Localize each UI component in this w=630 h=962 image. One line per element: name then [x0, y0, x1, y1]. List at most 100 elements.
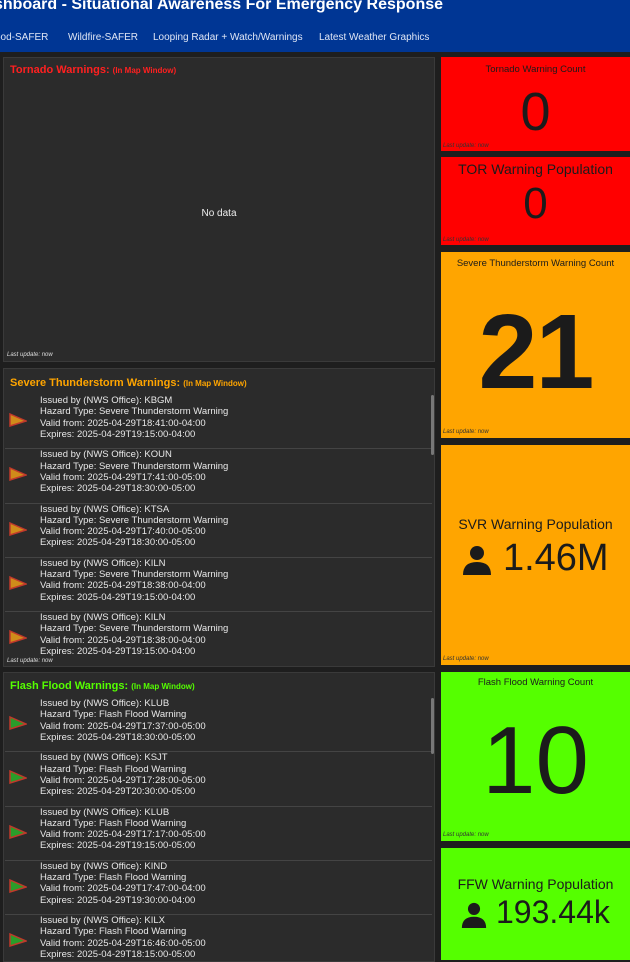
svr-population-value: 1.46M: [502, 537, 609, 579]
item-hazard: Hazard Type: Severe Thunderstorm Warning: [40, 569, 229, 581]
tile-title: TOR Warning Population: [458, 161, 613, 177]
scrollbar[interactable]: [431, 698, 434, 754]
ffw-warning-list[interactable]: Issued by (NWS Office): KLUB Hazard Type…: [5, 698, 432, 961]
item-hazard: Hazard Type: Severe Thunderstorm Warning: [40, 460, 229, 472]
list-item-text: Issued by (NWS Office): KSJT Hazard Type…: [40, 752, 206, 797]
item-office: Issued by (NWS Office): KLUB: [40, 806, 170, 818]
item-valid: Valid from: 2025-04-29T17:37:00-05:00: [40, 720, 206, 732]
item-valid: Valid from: 2025-04-29T17:17:00-05:00: [40, 829, 206, 841]
tornado-warnings-panel: Tornado Warnings: (In Map Window) No dat…: [3, 57, 435, 362]
tile-title: Flash Flood Warning Count: [477, 677, 594, 688]
nav-link-weather-graphics[interactable]: Latest Weather Graphics: [319, 32, 429, 43]
item-office: Issued by (NWS Office): KILN: [40, 612, 166, 624]
item-hazard: Hazard Type: Severe Thunderstorm Warning: [40, 406, 229, 418]
list-item[interactable]: Issued by (NWS Office): KILX Hazard Type…: [5, 915, 432, 961]
list-item-text: Issued by (NWS Office): KILN Hazard Type…: [40, 612, 228, 657]
tornado-panel-title: Tornado Warnings: (In Map Window): [10, 64, 176, 76]
list-item-text: Issued by (NWS Office): KILX Hazard Type…: [40, 915, 206, 960]
warning-polygon-icon: [9, 824, 27, 839]
warning-polygon-icon: [9, 878, 27, 893]
item-expires: Expires: 2025-04-29T19:30:00-04:00: [40, 894, 196, 906]
svr-panel-title: Severe Thunderstorm Warnings: (In Map Wi…: [10, 377, 247, 389]
tile-title: FFW Warning Population: [457, 876, 614, 892]
last-update: Last update: now: [443, 656, 489, 662]
list-item[interactable]: Issued by (NWS Office): KSJT Hazard Type…: [5, 752, 432, 807]
last-update: Last update: now: [443, 143, 489, 149]
item-valid: Valid from: 2025-04-29T18:38:00-04:00: [40, 634, 206, 646]
list-item-text: Issued by (NWS Office): KTSA Hazard Type…: [40, 504, 228, 549]
list-item-text: Issued by (NWS Office): KOUN Hazard Type…: [40, 449, 228, 494]
item-hazard: Hazard Type: Flash Flood Warning: [40, 926, 187, 938]
last-update: Last update: now: [443, 832, 489, 838]
tile-title: SVR Warning Population: [458, 516, 613, 532]
list-item-text: Issued by (NWS Office): KBGM Hazard Type…: [40, 395, 228, 440]
warning-polygon-icon: [9, 770, 27, 785]
list-item[interactable]: Issued by (NWS Office): KOUN Hazard Type…: [5, 449, 432, 504]
ffw-count-value: 10: [482, 707, 589, 814]
item-expires: Expires: 2025-04-29T18:30:00-05:00: [40, 483, 196, 495]
list-item[interactable]: Issued by (NWS Office): KBGM Hazard Type…: [5, 395, 432, 450]
list-item[interactable]: Issued by (NWS Office): KTSA Hazard Type…: [5, 504, 432, 558]
item-valid: Valid from: 2025-04-29T16:46:00-05:00: [40, 937, 206, 949]
item-hazard: Hazard Type: Severe Thunderstorm Warning: [40, 514, 229, 526]
last-update: Last update: now: [7, 658, 53, 664]
tornado-panel-subtitle: (In Map Window): [112, 66, 177, 75]
ffw-population-value: 193.44k: [496, 894, 610, 930]
ffw-panel-subtitle: (In Map Window): [131, 682, 195, 691]
svr-panel-subtitle: (In Map Window): [183, 379, 247, 388]
item-expires: Expires: 2025-04-29T18:15:00-05:00: [40, 949, 196, 961]
warning-polygon-icon: [9, 413, 27, 427]
item-office: Issued by (NWS Office): KBGM: [40, 395, 173, 406]
item-valid: Valid from: 2025-04-29T17:47:00-04:00: [40, 883, 206, 895]
nav-link-flood-safer[interactable]: ood-SAFER: [0, 32, 48, 43]
list-item-text: Issued by (NWS Office): KIND Hazard Type…: [40, 861, 206, 906]
warning-polygon-icon: [9, 933, 27, 948]
item-office: Issued by (NWS Office): KOUN: [40, 449, 172, 461]
list-item[interactable]: Issued by (NWS Office): KILN Hazard Type…: [5, 612, 432, 658]
scrollbar[interactable]: [431, 395, 434, 455]
no-data-message: No data: [201, 208, 237, 219]
list-item[interactable]: Issued by (NWS Office): KLUB Hazard Type…: [5, 807, 432, 861]
item-hazard: Hazard Type: Flash Flood Warning: [40, 763, 187, 775]
person-icon: [463, 545, 492, 575]
item-office: Issued by (NWS Office): KILN: [40, 557, 166, 569]
item-expires: Expires: 2025-04-29T18:30:00-05:00: [40, 731, 196, 743]
warning-polygon-icon: [9, 575, 27, 590]
ffw-population-row: 193.44k: [441, 894, 630, 931]
list-item[interactable]: Issued by (NWS Office): KLUB Hazard Type…: [5, 698, 432, 753]
svr-warnings-panel: Severe Thunderstorm Warnings: (In Map Wi…: [3, 368, 435, 667]
item-valid: Valid from: 2025-04-29T17:28:00-05:00: [40, 774, 206, 786]
dashboard-header: shboard - Situational Awareness For Emer…: [0, 0, 630, 52]
svr-warning-list[interactable]: Issued by (NWS Office): KBGM Hazard Type…: [5, 395, 432, 658]
item-valid: Valid from: 2025-04-29T18:41:00-04:00: [40, 417, 206, 429]
tornado-count-value: 0: [520, 82, 551, 142]
nav-link-wildfire-safer[interactable]: Wildfire-SAFER: [68, 32, 138, 43]
warning-polygon-icon: [9, 467, 27, 482]
item-hazard: Hazard Type: Flash Flood Warning: [40, 709, 187, 721]
last-update: Last update: now: [443, 429, 489, 435]
item-expires: Expires: 2025-04-29T19:15:00-05:00: [40, 840, 196, 852]
item-office: Issued by (NWS Office): KTSA: [40, 503, 170, 515]
last-update: Last update: now: [443, 237, 489, 243]
tornado-panel-title-text: Tornado Warnings:: [10, 64, 110, 76]
ffw-count-tile: Flash Flood Warning Count 10 Last update…: [441, 672, 630, 841]
item-expires: Expires: 2025-04-29T19:15:00-04:00: [40, 591, 196, 603]
svr-count-tile: Severe Thunderstorm Warning Count 21 Las…: [441, 252, 630, 438]
item-expires: Expires: 2025-04-29T19:15:00-04:00: [40, 428, 196, 440]
list-item-text: Issued by (NWS Office): KLUB Hazard Type…: [40, 807, 206, 852]
list-item-text: Issued by (NWS Office): KLUB Hazard Type…: [40, 698, 206, 743]
svr-panel-title-text: Severe Thunderstorm Warnings:: [10, 377, 181, 389]
svr-count-value: 21: [478, 293, 595, 411]
item-office: Issued by (NWS Office): KSJT: [40, 752, 168, 764]
item-office: Issued by (NWS Office): KLUB: [40, 698, 170, 709]
list-item-text: Issued by (NWS Office): KILN Hazard Type…: [40, 558, 228, 603]
list-item[interactable]: Issued by (NWS Office): KILN Hazard Type…: [5, 558, 432, 613]
item-hazard: Hazard Type: Flash Flood Warning: [40, 817, 187, 829]
person-icon: [461, 902, 487, 928]
dashboard-title: shboard - Situational Awareness For Emer…: [0, 0, 444, 13]
item-office: Issued by (NWS Office): KILX: [40, 915, 165, 927]
tor-population-value: 0: [523, 179, 548, 228]
list-item[interactable]: Issued by (NWS Office): KIND Hazard Type…: [5, 861, 432, 916]
nav-link-looping-radar[interactable]: Looping Radar + Watch/Warnings: [153, 32, 303, 43]
ffw-panel-title: Flash Flood Warnings: (In Map Window): [10, 680, 195, 692]
